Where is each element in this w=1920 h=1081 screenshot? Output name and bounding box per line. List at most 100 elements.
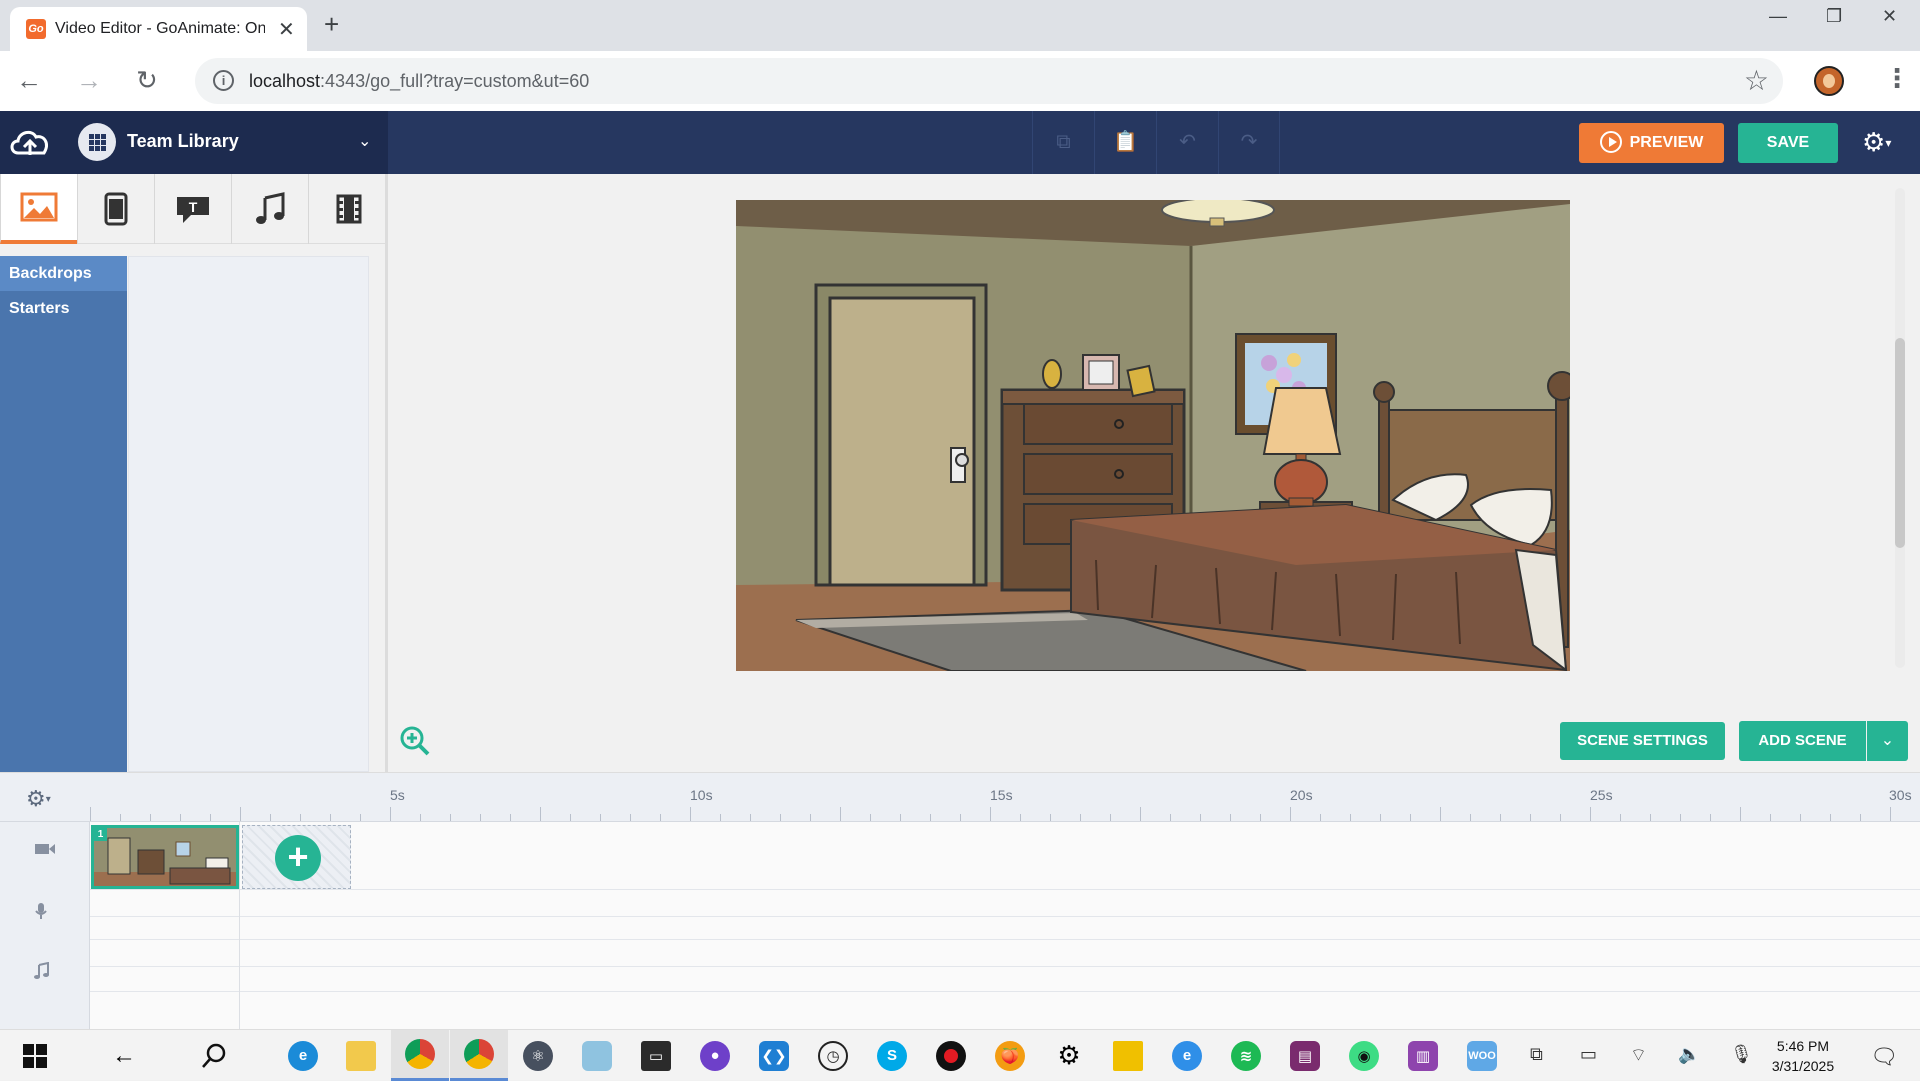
- windows-start-icon[interactable]: [6, 1030, 64, 1081]
- fl-studio-icon[interactable]: 🍑: [981, 1030, 1039, 1081]
- add-scene-plus-icon[interactable]: +: [275, 835, 321, 881]
- minimize-icon[interactable]: —: [1769, 6, 1787, 27]
- tick-mark: [1050, 814, 1051, 821]
- vscode-icon[interactable]: ❮❯: [745, 1030, 803, 1081]
- chrome-icon-2[interactable]: [450, 1030, 508, 1081]
- chrome-icon[interactable]: [391, 1030, 449, 1081]
- scrollbar-thumb[interactable]: [1895, 338, 1905, 548]
- preview-button[interactable]: PREVIEW: [1579, 123, 1724, 163]
- github-icon[interactable]: ●: [686, 1030, 744, 1081]
- browser-toolbar: ← → ↻ i localhost:4343/go_full?tray=cust…: [0, 51, 1920, 111]
- image-icon: [20, 192, 58, 222]
- clapper-icon[interactable]: ▥: [1394, 1030, 1452, 1081]
- add-scene-dropdown-icon[interactable]: ⌄: [1867, 721, 1908, 761]
- tick-mark: [1680, 814, 1681, 821]
- battery-icon[interactable]: ▭: [1580, 1044, 1597, 1065]
- terminal-icon[interactable]: ▭: [627, 1030, 685, 1081]
- spotify-icon[interactable]: ≋: [1217, 1030, 1275, 1081]
- stage-scrollbar[interactable]: [1895, 188, 1905, 668]
- category-list: Backdrops Starters: [0, 256, 127, 772]
- winrar-icon[interactable]: ▤: [1276, 1030, 1334, 1081]
- search-icon[interactable]: [185, 1030, 243, 1081]
- profile-avatar[interactable]: [1814, 66, 1844, 96]
- tick-mark: [1800, 814, 1801, 821]
- tick-mark: [1560, 814, 1561, 821]
- browser-menu-icon[interactable]: ⋮: [1884, 63, 1910, 94]
- microphone-icon: [34, 902, 48, 925]
- scene-settings-button[interactable]: SCENE SETTINGS: [1560, 722, 1725, 760]
- tick-mark: [1500, 814, 1501, 821]
- browser-e-icon[interactable]: e: [1158, 1030, 1216, 1081]
- track-separator: [90, 939, 1920, 940]
- tab-video[interactable]: [308, 174, 388, 244]
- reload-icon[interactable]: ↻: [136, 65, 158, 95]
- url-text[interactable]: localhost:4343/go_full?tray=custom&ut=60: [249, 71, 589, 92]
- add-scene-slot[interactable]: +: [242, 825, 351, 889]
- add-scene-button[interactable]: ADD SCENE: [1739, 721, 1866, 761]
- alarm-clock-icon[interactable]: ◷: [804, 1030, 862, 1081]
- window-close-icon[interactable]: ✕: [1882, 6, 1897, 27]
- close-tab-icon[interactable]: ✕: [278, 17, 295, 42]
- skype-icon[interactable]: S: [863, 1030, 921, 1081]
- scene-canvas[interactable]: [736, 200, 1570, 671]
- category-starters[interactable]: Starters: [0, 291, 127, 326]
- play-icon: [1599, 131, 1622, 153]
- notifications-icon[interactable]: 🗨: [1870, 1044, 1898, 1070]
- undo-icon[interactable]: ↶: [1156, 111, 1218, 174]
- screen-recorder-icon[interactable]: [922, 1030, 980, 1081]
- upload-cloud-icon[interactable]: [8, 125, 52, 159]
- zoom-in-icon[interactable]: [399, 725, 431, 757]
- system-clock[interactable]: 5:46 PM 3/31/2025: [1768, 1036, 1838, 1076]
- woo-icon[interactable]: WOO: [1453, 1030, 1511, 1081]
- restore-icon[interactable]: ❐: [1826, 6, 1842, 27]
- settings-icon[interactable]: ⚙: [1040, 1030, 1098, 1081]
- tick-mark: [1260, 814, 1261, 821]
- tick-mark: [480, 814, 481, 821]
- address-bar[interactable]: i localhost:4343/go_full?tray=custom&ut=…: [195, 58, 1783, 104]
- notes-app-icon[interactable]: [568, 1030, 626, 1081]
- file-manager-icon[interactable]: [1099, 1030, 1157, 1081]
- settings-gear-icon[interactable]: ⚙▾: [1862, 127, 1891, 158]
- android-icon[interactable]: ◉: [1335, 1030, 1393, 1081]
- tab-backgrounds[interactable]: [0, 174, 77, 244]
- bookmark-star-icon[interactable]: ☆: [1744, 64, 1769, 97]
- forward-icon[interactable]: →: [76, 65, 102, 95]
- film-icon: [336, 194, 361, 224]
- tab-audio[interactable]: [231, 174, 308, 244]
- tick-mark: [1230, 814, 1231, 821]
- scene-thumbnail[interactable]: 1: [91, 825, 239, 889]
- camera-icon: [34, 842, 56, 861]
- category-backdrops[interactable]: Backdrops: [0, 256, 127, 291]
- tab-text[interactable]: T: [154, 174, 231, 244]
- track-labels: [0, 822, 90, 1030]
- chevron-down-icon[interactable]: ⌄: [358, 131, 371, 151]
- back-arrow-icon[interactable]: ←: [95, 1030, 153, 1081]
- electron-icon[interactable]: ⚛: [509, 1030, 567, 1081]
- edge-icon[interactable]: e: [274, 1030, 332, 1081]
- site-info-icon[interactable]: i: [213, 70, 234, 91]
- wifi-icon[interactable]: ⌔: [1630, 1044, 1647, 1067]
- microphone-tray-icon[interactable]: 🎙: [1730, 1044, 1753, 1065]
- tick-mark: [1740, 807, 1741, 821]
- meet-now-icon[interactable]: ⧉: [1530, 1044, 1543, 1065]
- copy-icon[interactable]: ⧉: [1032, 111, 1094, 174]
- paste-icon[interactable]: 📋: [1094, 111, 1156, 174]
- tick-mark: [450, 814, 451, 821]
- timeline-ruler[interactable]: ⚙▾ 5s 10s 15s 20s 25s 30s: [0, 773, 1920, 822]
- save-button[interactable]: SAVE: [1738, 123, 1838, 163]
- scene-number: 1: [94, 828, 107, 841]
- new-tab-icon[interactable]: +: [324, 10, 339, 38]
- back-icon[interactable]: ←: [16, 65, 42, 95]
- tick-mark: [1320, 814, 1321, 821]
- volume-icon[interactable]: 🔈: [1678, 1044, 1700, 1065]
- timeline-settings-icon[interactable]: ⚙▾: [26, 786, 51, 812]
- asset-grid: [128, 256, 369, 772]
- tab-props[interactable]: [77, 174, 154, 244]
- timeline: ⚙▾ 5s 10s 15s 20s 25s 30s 1 +: [0, 772, 1920, 1030]
- browser-tab[interactable]: Go Video Editor - GoAnimate: Online Anim…: [10, 7, 307, 51]
- music-note-icon: [256, 192, 285, 224]
- library-selector[interactable]: Team Library ⌄: [0, 111, 388, 174]
- music-note-icon: [34, 961, 50, 985]
- redo-icon[interactable]: ↷: [1218, 111, 1280, 174]
- file-explorer-icon[interactable]: [332, 1030, 390, 1081]
